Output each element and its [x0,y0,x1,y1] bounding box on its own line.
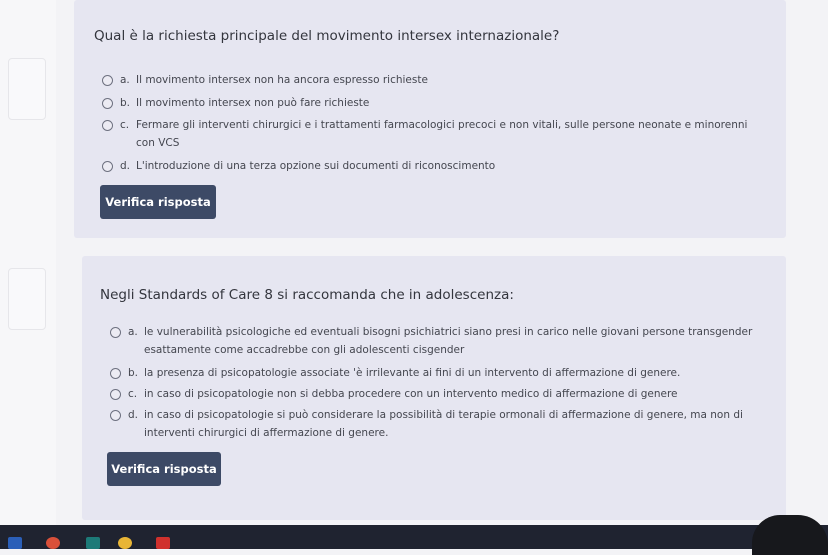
answer-option-a[interactable]: a. Il movimento intersex non ha ancora e… [102,71,762,89]
left-margin [0,0,56,549]
question-text: Qual è la richiesta principale del movim… [94,28,560,44]
app-icon[interactable] [46,537,60,549]
word-icon[interactable] [8,537,22,549]
radio-button[interactable] [102,74,113,86]
answer-option-a[interactable]: a. le vulnerabilità psicologiche ed even… [110,323,770,359]
question-text: Negli Standards of Care 8 si raccomanda … [100,287,514,303]
radio-button[interactable] [102,160,113,172]
option-letter: a. [128,326,138,338]
option-text: L'introduzione di una terza opzione sui … [136,160,496,172]
radio-button[interactable] [110,388,121,400]
question-card-2: Negli Standards of Care 8 si raccomanda … [82,256,786,520]
option-letter: b. [120,97,131,109]
check-answer-button[interactable]: Verifica risposta [107,452,221,486]
option-text: Il movimento intersex non può fare richi… [136,97,370,109]
chrome-icon[interactable] [118,537,132,549]
answer-option-b[interactable]: b. Il movimento intersex non può fare ri… [102,94,762,112]
radio-button[interactable] [110,326,121,338]
answer-option-d[interactable]: d. L'introduzione di una terza opzione s… [102,157,762,175]
radio-button[interactable] [110,367,121,379]
check-answer-button[interactable]: Verifica risposta [100,185,216,219]
option-letter: b. [128,367,139,379]
option-letter: d. [120,160,131,172]
margin-panel [8,268,46,330]
option-letter: a. [120,74,130,86]
option-text: la presenza di psicopatologie associate … [144,367,681,379]
acrobat-icon[interactable] [156,537,170,549]
foreground-object [752,515,828,555]
answer-option-b[interactable]: b. la presenza di psicopatologie associa… [110,364,770,382]
radio-button[interactable] [102,119,113,131]
question-card-1: Qual è la richiesta principale del movim… [74,0,786,238]
answer-option-c[interactable]: c. Fermare gli interventi chirurgici e i… [102,116,762,152]
option-letter: c. [128,388,138,400]
option-text: Il movimento intersex non ha ancora espr… [136,74,428,86]
answer-option-d[interactable]: d. in caso di psicopatologie si può cons… [110,406,770,442]
taskbar [0,525,828,549]
option-letter: d. [128,409,139,421]
publisher-icon[interactable] [86,537,100,549]
margin-panel [8,58,46,120]
radio-button[interactable] [102,97,113,109]
option-text: in caso di psicopatologie si può conside… [144,409,743,439]
option-text: in caso di psicopatologie non si debba p… [144,388,678,400]
option-text: le vulnerabilità psicologiche ed eventua… [144,326,753,356]
option-letter: c. [120,119,130,131]
answer-option-c[interactable]: c. in caso di psicopatologie non si debb… [110,385,770,403]
option-text: Fermare gli interventi chirurgici e i tr… [136,119,748,149]
radio-button[interactable] [110,409,121,421]
